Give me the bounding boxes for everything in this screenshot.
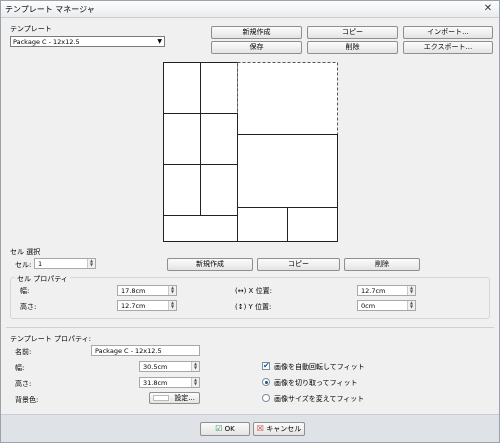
spin-down-icon[interactable]: ▼ [88,263,95,267]
color-swatch [153,395,169,401]
cell-width-label: 幅: [20,287,30,295]
template-export-button[interactable]: エクスポート... [403,41,493,54]
crop-to-fit-radio[interactable] [262,378,270,386]
cell-x-position-value: 12.7cm [361,287,386,295]
resize-to-fit-radio[interactable] [262,394,270,402]
section-divider [6,327,494,328]
cell-y-position-label: (↕) Y 位置: [235,303,272,311]
template-copy-button[interactable]: コピー [307,26,398,39]
template-width-label: 幅: [15,364,25,372]
cell-number-spin[interactable]: ▲ ▼ [87,259,95,268]
cell-height-label: 高さ: [20,303,37,311]
template-height-stepper[interactable]: 31.8cm ▲ ▼ [139,377,200,388]
cell-width-spin[interactable]: ▲ ▼ [168,286,176,295]
template-import-button[interactable]: インポート... [403,26,493,39]
cell-delete-button[interactable]: 削除 [344,258,420,271]
cell-height-value: 12.7cm [121,302,146,310]
window-title: テンプレート マネージャ [5,5,95,14]
dialog-footer: ☑ OK ☒ キャンセル [1,414,499,442]
cell-properties-group: セル プロパティ [10,274,490,319]
checkmark-icon: ✔ [263,361,270,370]
template-manager-window: テンプレート マネージャ ✕ テンプレート Package C - 12x12.… [0,0,500,443]
resize-to-fit-label: 画像サイズを変えてフィット [274,395,365,403]
cell-number-value: 1 [38,260,43,268]
preview-cell[interactable] [163,62,201,114]
cell-number-stepper[interactable]: 1 ▲ ▼ [34,258,96,269]
cell-y-spin[interactable]: ▲ ▼ [407,301,415,310]
template-properties-title: テンプレート プロパティ: [10,335,91,343]
checkmark-icon: ☑ [215,424,223,433]
cell-height-stepper[interactable]: 12.7cm ▲ ▼ [117,300,177,311]
cancel-button-label: キャンセル [266,425,302,433]
template-select-value: Package C - 12x12.5 [13,38,80,46]
template-width-value: 30.5cm [143,363,168,371]
background-color-label: 背景色: [15,396,39,404]
ok-button-label: OK [224,425,235,433]
preview-cell[interactable] [200,62,238,114]
cell-y-position-stepper[interactable]: 0cm ▲ ▼ [357,300,416,311]
cell-x-position-stepper[interactable]: 12.7cm ▲ ▼ [357,285,416,296]
template-width-stepper[interactable]: 30.5cm ▲ ▼ [139,361,200,372]
template-delete-button[interactable]: 削除 [307,41,398,54]
template-preview[interactable] [163,62,339,243]
spin-down-icon[interactable]: ▼ [169,305,176,309]
preview-cell[interactable] [237,207,288,242]
preview-cell[interactable] [200,164,238,216]
template-height-spin[interactable]: ▲ ▼ [191,378,199,387]
cell-new-button[interactable]: 新規作成 [167,258,253,271]
template-name-label: 名前: [15,348,32,356]
cell-label: セル: [15,261,32,269]
spin-down-icon[interactable]: ▼ [169,290,176,294]
preview-cell[interactable] [287,207,338,242]
template-label: テンプレート [10,25,52,33]
preview-cell[interactable] [163,215,238,242]
template-name-input[interactable]: Package C - 12x12.5 [91,345,200,356]
template-save-button[interactable]: 保存 [211,41,302,54]
cell-properties-title: セル プロパティ [15,274,70,284]
chevron-down-icon: ▼ [157,38,162,45]
cell-x-spin[interactable]: ▲ ▼ [407,286,415,295]
template-new-button[interactable]: 新規作成 [211,26,302,39]
title-bar[interactable]: テンプレート マネージャ ✕ [1,1,499,18]
preview-cell[interactable] [200,113,238,165]
preview-cell[interactable] [163,164,201,216]
cell-copy-button[interactable]: コピー [257,258,340,271]
template-height-value: 31.8cm [143,379,168,387]
cell-y-position-value: 0cm [361,302,376,310]
preview-cell[interactable] [163,113,201,165]
auto-rotate-label: 画像を自動回転してフィット [274,363,365,371]
template-name-value: Package C - 12x12.5 [95,347,162,355]
spin-down-icon[interactable]: ▼ [192,382,199,386]
crop-to-fit-label: 画像を切り取ってフィット [274,379,358,387]
preview-cell[interactable] [237,134,338,208]
cell-width-value: 17.8cm [121,287,146,295]
close-icon[interactable]: ✕ [481,3,495,15]
spin-down-icon[interactable]: ▼ [192,366,199,370]
cell-select-title: セル 選択 [10,248,41,256]
cancel-button[interactable]: ☒ キャンセル [253,422,305,436]
auto-rotate-checkbox[interactable]: ✔ [262,361,270,370]
background-color-button-label: 設定... [174,394,195,402]
template-width-spin[interactable]: ▲ ▼ [191,362,199,371]
cell-height-spin[interactable]: ▲ ▼ [168,301,176,310]
spin-down-icon[interactable]: ▼ [408,290,415,294]
background-color-button[interactable]: 設定... [149,392,200,404]
template-height-label: 高さ: [15,380,32,388]
spin-down-icon[interactable]: ▼ [408,305,415,309]
cell-width-stepper[interactable]: 17.8cm ▲ ▼ [117,285,177,296]
cell-x-position-label: (↔) X 位置: [235,287,272,295]
preview-cell-selected[interactable] [237,62,338,135]
template-select[interactable]: Package C - 12x12.5 ▼ [10,36,165,47]
ok-button[interactable]: ☑ OK [200,422,250,436]
cancel-icon: ☒ [256,424,264,433]
